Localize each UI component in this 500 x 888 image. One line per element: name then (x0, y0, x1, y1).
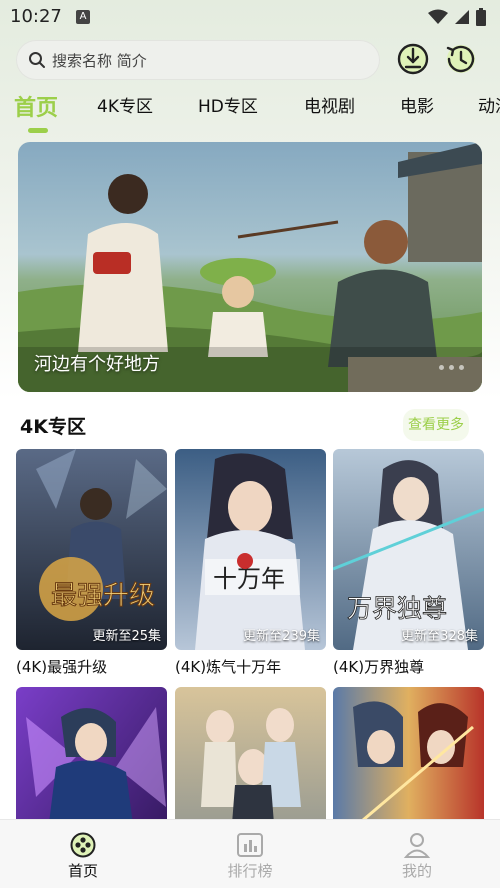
nav-home-label: 首页 (67, 862, 98, 880)
wifi-icon (428, 9, 448, 24)
signal-icon (455, 10, 469, 24)
tab-anime[interactable]: 动漫 (478, 92, 500, 117)
episode-badge: 更新至25集 (92, 629, 161, 644)
tab-tv-series[interactable]: 电视剧 (304, 92, 355, 117)
category-tabs: 首页 4K专区 HD专区 电视剧 电影 动漫 (0, 92, 500, 136)
video-card[interactable]: 万界独尊 更新至328集 (4K)万界独尊 (333, 449, 484, 677)
nav-profile[interactable]: 我的 (377, 832, 457, 881)
view-more-button[interactable]: 查看更多 (403, 409, 469, 441)
section-title: 4K专区 (20, 416, 86, 438)
video-card[interactable]: 最强升级 更新至25集 (4K)最强升级 (16, 449, 167, 677)
search-icon (29, 52, 45, 68)
history-icon[interactable] (444, 42, 478, 76)
episode-badge: 更新至328集 (401, 629, 478, 644)
poster-logo: 万界独尊 (347, 594, 447, 623)
notification-icon: A (76, 10, 90, 24)
poster-logo: 十万年 (213, 565, 285, 593)
pagination-dot (459, 365, 464, 370)
banner-pagination (439, 365, 464, 370)
status-time: 10:27 (10, 6, 62, 27)
tab-hd[interactable]: HD专区 (198, 92, 258, 117)
search-input[interactable]: 搜索名称 简介 (16, 40, 380, 80)
profile-icon (403, 833, 431, 858)
poster-logo: 最强升级 (51, 581, 155, 611)
video-poster: 万界独尊 更新至328集 (333, 449, 484, 650)
tab-4k[interactable]: 4K专区 (97, 92, 153, 117)
video-poster: 十万年 更新至239集 (175, 449, 326, 650)
nav-ranking-label: 排行榜 (227, 862, 273, 880)
video-card[interactable]: 十万年 更新至239集 (4K)炼气十万年 (175, 449, 326, 677)
nav-profile-label: 我的 (401, 862, 432, 880)
video-title: (4K)万界独尊 (333, 658, 425, 676)
featured-banner[interactable]: 河边有个好地方 (18, 142, 482, 392)
pagination-dot (449, 365, 454, 370)
status-icons (428, 8, 486, 26)
download-icon[interactable] (396, 42, 430, 76)
ranking-icon (237, 833, 263, 857)
active-tab-indicator (28, 128, 48, 133)
pagination-dot (439, 365, 444, 370)
nav-home[interactable]: 首页 (43, 832, 123, 881)
tab-movies[interactable]: 电影 (400, 92, 434, 117)
search-placeholder: 搜索名称 简介 (52, 51, 147, 70)
bottom-navigation: 首页 排行榜 我的 (0, 819, 500, 888)
video-poster: 最强升级 更新至25集 (16, 449, 167, 650)
video-title: (4K)炼气十万年 (175, 658, 282, 676)
episode-badge: 更新至239集 (243, 629, 320, 644)
status-bar: 10:27 A (0, 0, 500, 34)
nav-ranking[interactable]: 排行榜 (210, 832, 290, 881)
banner-title: 河边有个好地方 (34, 354, 160, 375)
tab-home[interactable]: 首页 (14, 92, 58, 122)
home-icon (70, 832, 96, 858)
battery-icon (476, 8, 486, 26)
video-title: (4K)最强升级 (16, 658, 108, 676)
